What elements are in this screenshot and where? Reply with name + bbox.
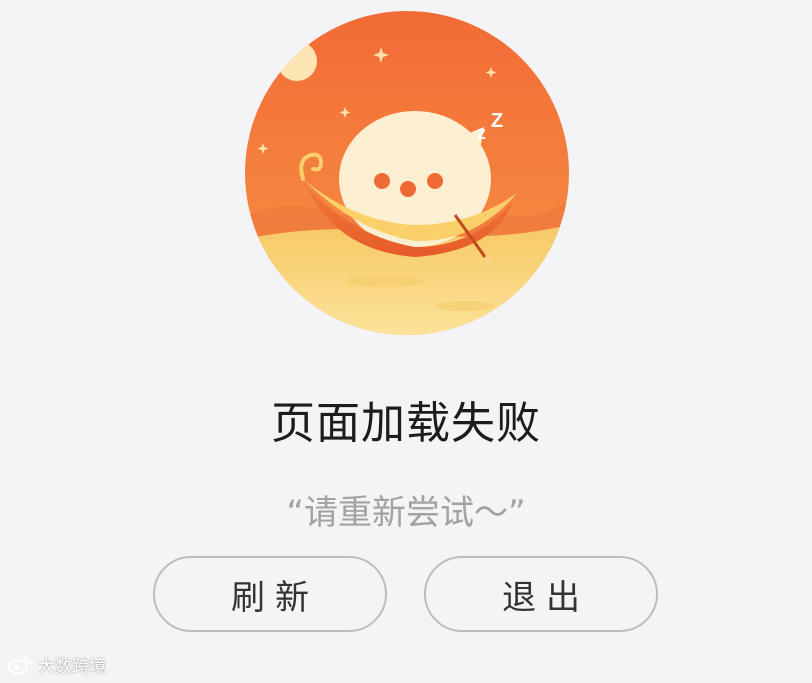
load-failed-illustration: z Z: [245, 11, 569, 335]
watermark-text: 大数跨境: [38, 657, 106, 677]
exit-button[interactable]: 退出: [424, 556, 658, 632]
exit-button-label: 退出: [502, 577, 590, 618]
error-title: 页面加载失败: [271, 398, 541, 449]
refresh-button-label: 刷新: [231, 577, 319, 618]
refresh-button[interactable]: 刷新: [153, 556, 387, 632]
error-page: z Z 页面加载失败 “请重新尝试～” 刷新 退出 大数跨境: [0, 0, 812, 683]
svg-text:Z: Z: [491, 110, 503, 132]
sleeping-chat-bubble-boat-icon: z Z: [245, 11, 569, 335]
error-subtitle: “请重新尝试～”: [286, 493, 526, 533]
watermark: 大数跨境: [8, 652, 106, 677]
svg-text:z: z: [477, 123, 486, 143]
weibo-icon: [8, 655, 31, 674]
